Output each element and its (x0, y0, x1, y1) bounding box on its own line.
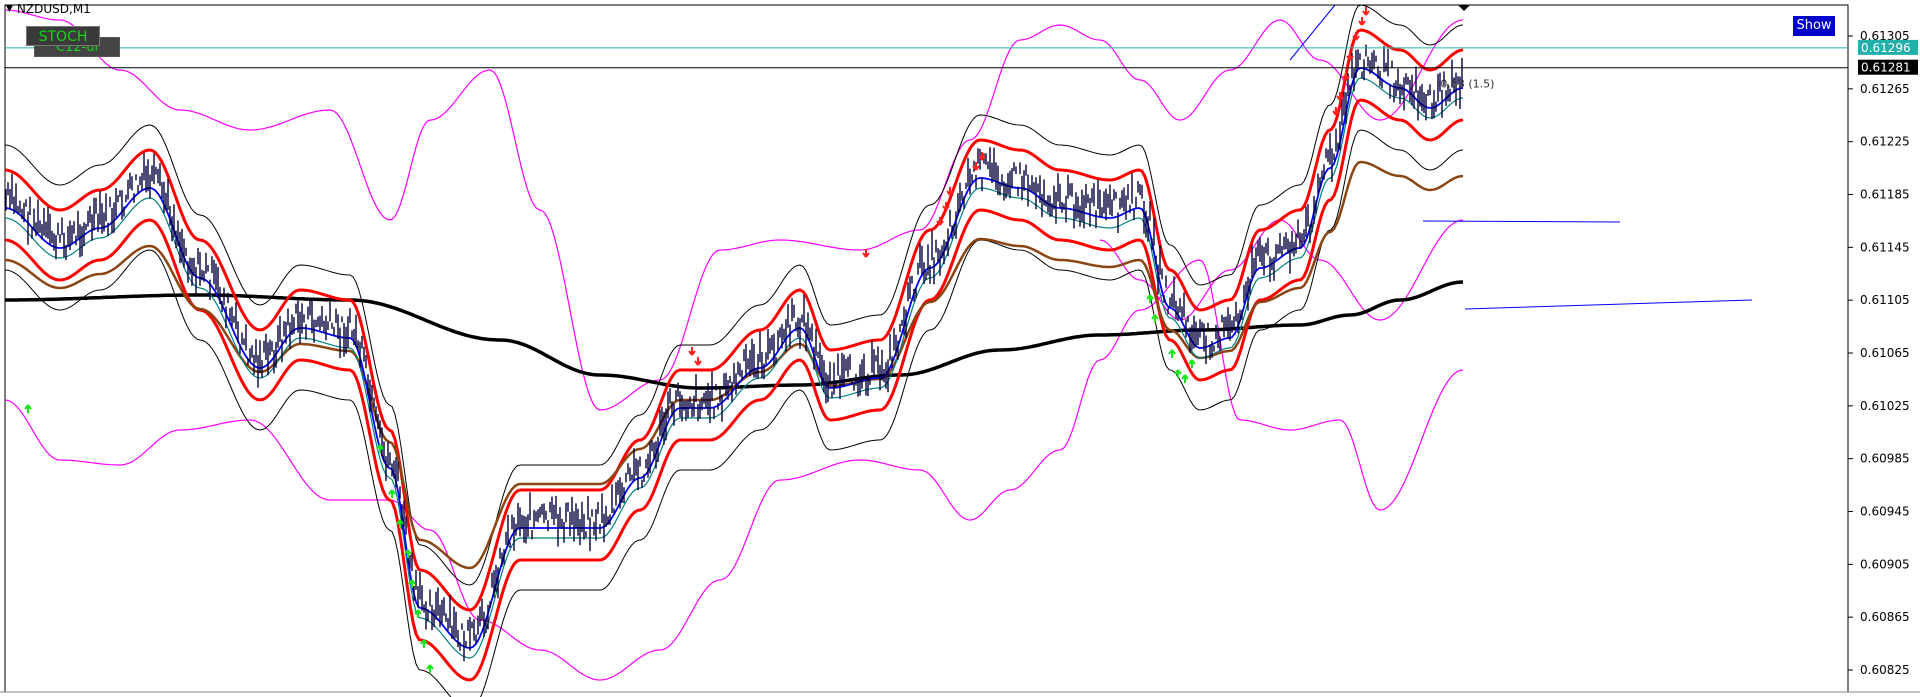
last-bar-marker-icon (1458, 5, 1470, 11)
red-upper-band (4, 28, 1464, 612)
chart-window[interactable]: ‹0.53 (1.5) 0.61305 0.61265 0.61225 0.61185 0… (0, 0, 1920, 697)
chart-symbol-label: ▼ NZDUSD,M1 (6, 2, 91, 16)
stoch-indicator-button[interactable]: STOCH (26, 26, 100, 46)
price-axis-tick-label: 0.61265 (1860, 82, 1910, 96)
price-axis-tick-label: 0.60825 (1860, 663, 1910, 677)
price-axis-tick-label: 0.61185 (1860, 188, 1910, 202)
trendline-upper (1289, 4, 1336, 61)
envelope-lower-band (4, 259, 1464, 681)
price-chart[interactable]: ‹0.53 (1.5)0.613050.612650.612250.611850… (0, 0, 1920, 697)
show-button[interactable]: Show (1793, 16, 1835, 36)
horizontal-trendline (1422, 220, 1621, 223)
current-price-tag: 0.61296 (1861, 41, 1911, 55)
dropdown-triangle-icon[interactable]: ▼ (6, 4, 13, 14)
price-axis-tick-label: 0.61145 (1860, 240, 1910, 254)
support-trendline (1464, 299, 1753, 310)
price-axis-tick-label: 0.60865 (1860, 610, 1910, 624)
price-axis-tick-label: 0.61105 (1860, 293, 1910, 307)
price-axis-tick-label: 0.60905 (1860, 557, 1910, 571)
price-axis-tick-label: 0.60985 (1860, 452, 1910, 466)
price-axis-tick-label: 0.61225 (1860, 135, 1910, 149)
ask-price-tag: 0.61281 (1861, 61, 1911, 75)
bollinger-lower-band (4, 129, 1464, 697)
price-axis-tick-label: 0.61065 (1860, 346, 1910, 360)
price-axis-tick-label: 0.61025 (1860, 399, 1910, 413)
price-annotation-label: ‹0.53 (1.5) (1436, 78, 1494, 91)
sell-signal-arrows (688, 7, 1370, 366)
price-axis-tick-label: 0.60945 (1860, 505, 1910, 519)
blue-moving-average (4, 67, 1464, 649)
symbol-text: NZDUSD,M1 (16, 2, 91, 16)
